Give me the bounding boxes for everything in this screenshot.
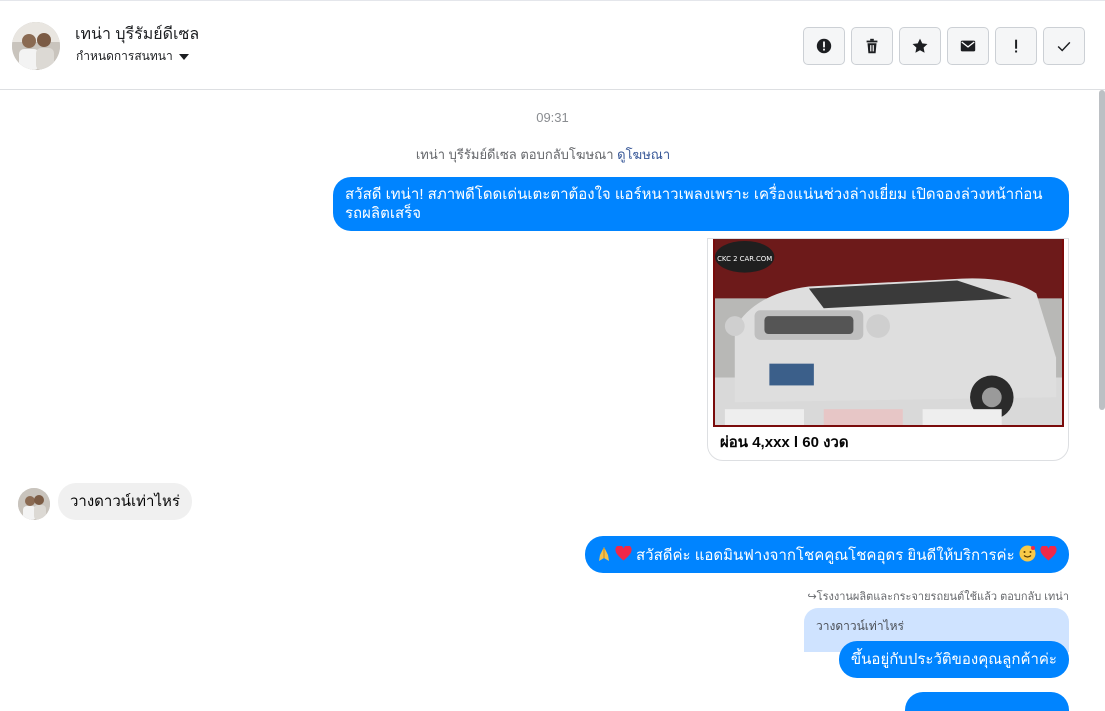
contact-name[interactable]: เทน่า บุรีรัมย์ดีเซล <box>75 22 199 47</box>
schedule-label: กำหนดการสนทนา <box>76 49 173 63</box>
heart-icon <box>1040 545 1057 566</box>
car-photo: CKC 2 CAR.COM <box>713 239 1064 427</box>
praying-hands-icon <box>597 546 611 567</box>
trash-icon <box>866 38 878 54</box>
ad-reply-note: เทน่า บุรีรัมย์ดีเซล ตอบกลับโฆษณา ดูโฆษณ… <box>0 144 1086 165</box>
customer-avatar <box>18 488 50 520</box>
outgoing-message[interactable]: ขึ้นอยู่กับประวัติของคุณลูกค้าค่ะ <box>838 641 1069 678</box>
delete-button[interactable] <box>851 27 893 65</box>
star-icon <box>912 38 928 53</box>
conversation-header: เทน่า บุรีรัมย์ดีเซล กำหนดการสนทนา <box>0 0 1105 90</box>
ad-reply-text: เทน่า บุรีรัมย์ดีเซล ตอบกลับโฆษณา <box>415 147 614 162</box>
heart-icon <box>615 545 632 566</box>
report-spam-button[interactable] <box>803 27 845 65</box>
card-caption: ผ่อน 4,xxx l 60 งวด <box>720 434 849 451</box>
mark-done-button[interactable] <box>1043 27 1085 65</box>
alert-circle-icon <box>816 38 832 54</box>
star-button[interactable] <box>899 27 941 65</box>
outgoing-message[interactable]: สวัสดีค่ะ แอดมินฟางจากโชคคูณโชคอุดร ยินด… <box>584 536 1069 573</box>
mark-unread-button[interactable] <box>947 27 989 65</box>
contact-avatar[interactable] <box>12 22 60 70</box>
schedule-conversation-dropdown[interactable]: กำหนดการสนทนา <box>76 47 189 66</box>
admin-greeting-text: สวัสดีค่ะ แอดมินฟางจากโชคคูณโชคอุดร ยินด… <box>636 546 1015 564</box>
reply-context-note: ↪โรงงานผลิตและกระจายรถยนต์ใช้แล้ว ตอบกลั… <box>807 591 1069 603</box>
envelope-icon <box>960 40 976 52</box>
scrollbar-thumb[interactable] <box>1099 90 1105 410</box>
caret-down-icon <box>178 54 189 60</box>
message-timestamp: 09:31 <box>536 110 569 125</box>
conversation-toolbar <box>803 27 1085 65</box>
check-icon <box>1057 41 1071 52</box>
exclamation-icon <box>1015 39 1018 53</box>
view-ad-link[interactable]: ดูโฆษณา <box>617 147 670 162</box>
ad-card[interactable]: CKC 2 CAR.COM ผ่อน 4,xxx l 60 งวด <box>707 238 1069 461</box>
follow-up-button[interactable] <box>995 27 1037 65</box>
card-logo-text: CKC 2 CAR.COM <box>717 255 772 263</box>
smiling-face-hearts-icon <box>1019 545 1036 567</box>
incoming-message[interactable]: วางดาวน์เท่าไหร่ <box>58 483 192 520</box>
outgoing-message[interactable]: สวัสดี เทน่า! สภาพดีโดดเด่นเตะตาต้องใจ แ… <box>333 177 1069 231</box>
outgoing-message-partial[interactable] <box>905 692 1069 711</box>
